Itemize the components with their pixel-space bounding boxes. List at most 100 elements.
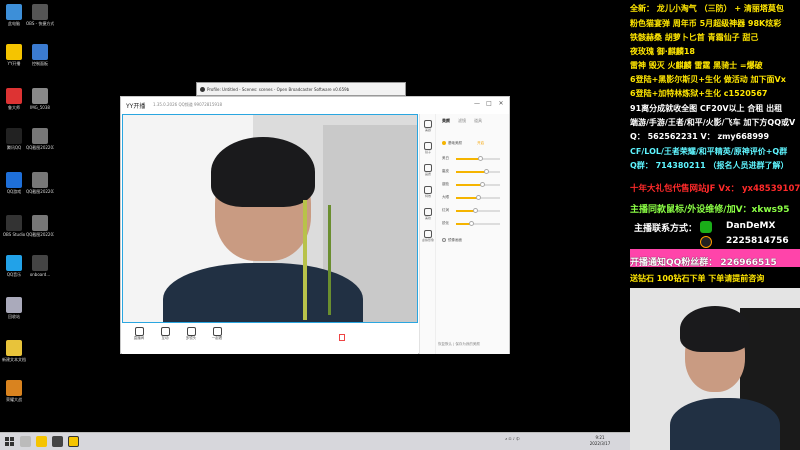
slider-fill: [456, 197, 478, 199]
system-tray[interactable]: ∧ ⊡ ♪ 中: [505, 437, 520, 442]
desktop-icon-label: QQ截图20220317: [26, 145, 54, 150]
taskbar-yy-icon[interactable]: [36, 436, 47, 447]
beauty-slider[interactable]: 美白: [442, 156, 504, 162]
toolbar-item[interactable]: 互动: [155, 327, 175, 341]
desktop-icon[interactable]: QQ游戏: [0, 172, 28, 194]
desktop-icon[interactable]: 此电脑: [0, 4, 28, 26]
beauty-toggle-row[interactable]: 基础美颜 开启: [442, 141, 484, 146]
side-tab-label: 画质: [424, 172, 431, 176]
side-tab[interactable]: 画质: [422, 164, 434, 176]
desktop-icon[interactable]: onboard...: [26, 255, 54, 277]
slider-fill: [456, 171, 487, 173]
overlay-text-line: 开播通知QQ粉丝群： 226966515: [630, 258, 777, 268]
desktop-icon[interactable]: YY开播: [0, 44, 28, 66]
slider-knob[interactable]: [475, 195, 481, 200]
beauty-toggle-icon[interactable]: [442, 141, 446, 145]
overlay-text-line: 端游/手游/王者/和平/火影/飞车 加下方QQ或V: [630, 118, 796, 127]
slider-track[interactable]: [456, 208, 500, 213]
desktop-icon[interactable]: 鲁大师: [0, 88, 28, 110]
slider-knob[interactable]: [473, 208, 479, 213]
yy-titlebar[interactable]: YY开播 1.35.0.2026 QQ频道 99072815918 — □ ✕: [121, 97, 509, 113]
side-tab[interactable]: 美颜: [422, 120, 434, 132]
taskbar-clock[interactable]: 9:21 2022/3/17: [588, 435, 612, 447]
desktop-icon[interactable]: 荣耀大战: [0, 380, 28, 402]
obs-logo-icon: [200, 87, 205, 92]
side-tab-icon: [424, 208, 432, 216]
panel-footer[interactable]: 恢复默认 | 保存为我的美颜: [438, 342, 480, 347]
desktop-icon-label: QQ截图20220317...: [26, 189, 54, 194]
desktop-icon[interactable]: 控制面板: [26, 44, 54, 66]
desktop-icon[interactable]: 新建文本文档: [0, 340, 28, 362]
windows-start-icon[interactable]: [5, 437, 14, 446]
desktop-icon-label: YY开播: [7, 61, 21, 66]
taskbar-obs-icon[interactable]: [52, 436, 63, 447]
side-tab[interactable]: 镜子: [422, 142, 434, 154]
app-icon: [6, 128, 22, 144]
desktop-icon-label: QQ音乐: [6, 272, 22, 277]
mirror-toggle-row[interactable]: 镜像画面: [442, 238, 462, 243]
slider-track[interactable]: [456, 221, 500, 226]
obs-window[interactable]: Profile: Untitled - Scenes: scenes - Ope…: [196, 82, 406, 96]
toolbar-item[interactable]: 一起看: [207, 327, 227, 341]
panel-tab[interactable]: 美颜: [442, 118, 450, 123]
beauty-slider[interactable]: 大眼: [442, 195, 504, 201]
slider-track[interactable]: [456, 156, 500, 161]
qq-id: 2225814756: [726, 236, 789, 246]
desktop-icon[interactable]: QQ截图20220317: [26, 128, 54, 150]
slider-knob[interactable]: [484, 169, 490, 174]
contact-label: 主播联系方式：: [634, 224, 698, 234]
toolbar-item[interactable]: 直播间: [129, 327, 149, 341]
close-button[interactable]: ✕: [497, 100, 505, 108]
overlay-text-line: 粉色猫宴弹 周年币 5月超级神器 98K炫彩: [630, 19, 782, 28]
desktop-icon-label: OBS Studio: [2, 232, 26, 237]
side-tab-label: 美颜: [424, 128, 431, 132]
app-icon: [32, 4, 48, 20]
beauty-slider[interactable]: 磨皮: [442, 169, 504, 175]
yy-live-window[interactable]: YY开播 1.35.0.2026 QQ频道 99072815918 — □ ✕ …: [120, 96, 510, 354]
overlay-text-line: CF/LOL/王者荣耀/和平精英/原神评价+Q群: [630, 147, 788, 156]
app-icon: [32, 255, 48, 271]
slider-knob[interactable]: [477, 156, 483, 161]
beauty-slider[interactable]: 瘦脸: [442, 182, 504, 188]
desktop-icon[interactable]: QQ截图20220317...: [26, 215, 54, 237]
toolbar-item-label: 一起看: [211, 336, 223, 340]
toolbar-item-label: 互动: [161, 336, 169, 340]
desktop-icon[interactable]: QQ音乐: [0, 255, 28, 277]
beauty-slider[interactable]: 红润: [442, 208, 504, 214]
start-live-icon[interactable]: [339, 334, 345, 341]
desktop-icon-label: 鲁大师: [8, 105, 20, 110]
maximize-button[interactable]: □: [485, 100, 493, 108]
desktop-icon[interactable]: 回收站: [0, 297, 28, 319]
app-icon: [6, 4, 22, 20]
minimize-button[interactable]: —: [473, 100, 481, 108]
app-icon: [6, 340, 22, 356]
search-icon[interactable]: [20, 436, 31, 447]
overlay-text-line: 主播同款鼠标/外设维修/加V：xkws95: [630, 205, 790, 215]
overlay-text-line: 铁骸赫桑 胡萝卜匕首 青霜仙子 甜己: [630, 33, 759, 42]
side-tab[interactable]: 特效: [422, 186, 434, 198]
mirror-toggle-icon[interactable]: [442, 238, 446, 242]
desktop-icon-label: 回收站: [8, 314, 20, 319]
desktop-icon[interactable]: IMG_5038: [26, 88, 54, 110]
desktop-icon[interactable]: 腾讯QQ: [0, 128, 28, 150]
panel-tab[interactable]: 滤镜: [458, 118, 466, 123]
side-tab-icon: [424, 164, 432, 172]
taskbar-yy-active-icon[interactable]: [68, 436, 79, 447]
panel-tab[interactable]: 道具: [474, 118, 482, 123]
slider-label: 红润: [442, 208, 449, 212]
slider-knob[interactable]: [468, 221, 474, 226]
overlay-text-line: 6登陆+加特林炼狱+生化 c1520567: [630, 89, 768, 98]
desktop-icon[interactable]: OBS Studio: [0, 215, 28, 237]
toolbar-item[interactable]: 多镜头: [181, 327, 201, 341]
side-tab[interactable]: 虚拟形象: [422, 230, 434, 242]
side-tab[interactable]: 美妆: [422, 208, 434, 220]
slider-track[interactable]: [456, 182, 500, 187]
slider-track[interactable]: [456, 195, 500, 200]
desktop-icon[interactable]: QQ截图20220317...: [26, 172, 54, 194]
slider-track[interactable]: [456, 169, 500, 174]
yy-app-name: YY开播: [126, 103, 146, 110]
desktop-icon[interactable]: OBS - 快捷方式: [26, 4, 54, 26]
beauty-slider[interactable]: 锐化: [442, 221, 504, 227]
slider-knob[interactable]: [479, 182, 485, 187]
app-icon: [32, 172, 48, 188]
